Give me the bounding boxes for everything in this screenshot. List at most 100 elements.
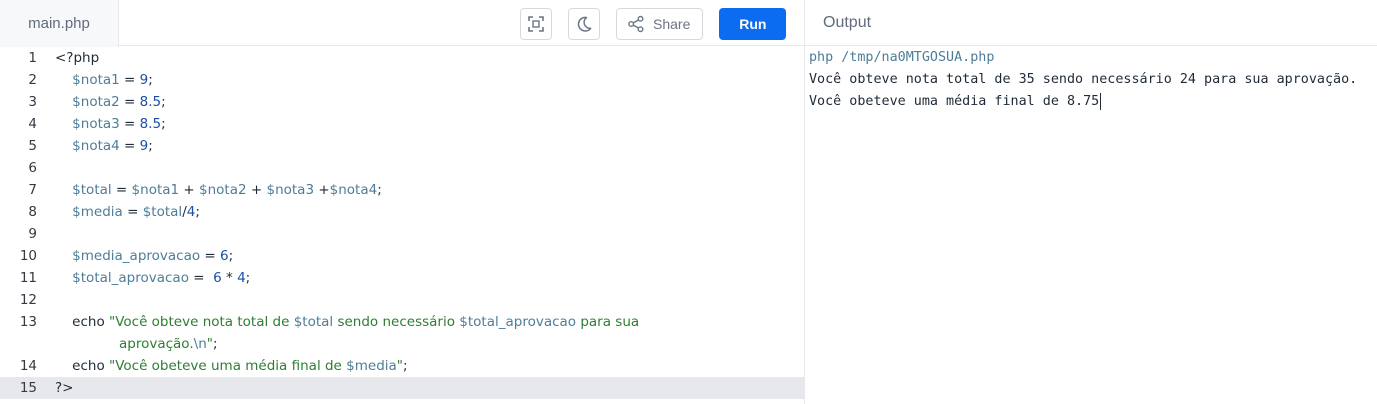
file-tab-label: main.php xyxy=(28,15,90,32)
line-number: 7 xyxy=(28,182,37,198)
share-icon xyxy=(628,15,644,33)
code-token-var: $nota4 xyxy=(329,182,378,198)
output-command: php /tmp/na0MTGOSUA.php xyxy=(809,50,995,65)
code-line[interactable]: 11 $total_aprovacao = 6 * 4; xyxy=(0,267,804,289)
code-text: $nota2 = 8.5; xyxy=(55,91,166,113)
php-online-compiler: main.php Share Run Output 1 <?php 2 $not… xyxy=(0,0,1377,404)
code-token-var: $nota2 xyxy=(199,182,247,198)
code-line[interactable]: 3 $nota2 = 8.5; xyxy=(0,91,804,113)
code-token-op: = xyxy=(119,94,140,110)
line-number: 15 xyxy=(19,380,37,396)
code-token-var: $total xyxy=(72,182,112,198)
code-token-var: $media_aprovacao xyxy=(72,248,201,264)
code-text: ?> xyxy=(55,377,73,399)
code-text: $nota4 = 9; xyxy=(55,135,153,157)
line-number: 11 xyxy=(19,270,37,286)
code-token-var: $total xyxy=(293,314,334,330)
run-label: Run xyxy=(739,16,767,32)
share-button[interactable]: Share xyxy=(616,8,704,40)
code-line[interactable]: 6 xyxy=(0,157,804,179)
code-token-op: = xyxy=(119,138,140,154)
text-cursor xyxy=(1100,92,1102,110)
code-token-kw xyxy=(55,270,72,286)
output-tab-label: Output xyxy=(823,14,872,31)
fullscreen-button[interactable] xyxy=(520,8,552,40)
code-token-kw: ?> xyxy=(55,380,74,396)
code-line[interactable]: 1 <?php xyxy=(0,47,804,69)
code-token-var: $nota3 xyxy=(266,182,315,198)
code-token-num: 8.5 xyxy=(139,94,162,110)
line-number: 13 xyxy=(19,314,37,330)
code-token-num: 6 xyxy=(213,270,222,286)
line-number: 5 xyxy=(28,138,37,154)
code-line[interactable]: 5 $nota4 = 9; xyxy=(0,135,804,157)
code-token-op: + xyxy=(246,182,267,198)
code-line[interactable]: 14 echo "Você obeteve uma média final de… xyxy=(0,355,804,377)
code-token-var: \n xyxy=(193,336,207,352)
code-token-op: ; xyxy=(161,116,166,132)
output-line-text: Você obeteve uma média final de 8.75 xyxy=(809,94,1100,109)
code-token-var: $nota1 xyxy=(72,72,120,88)
code-token-var: $nota1 xyxy=(131,182,180,198)
theme-toggle-button[interactable] xyxy=(568,8,600,40)
code-token-var: $nota2 xyxy=(72,94,120,110)
code-text: $nota3 = 8.5; xyxy=(55,113,166,135)
code-line[interactable]: 10 $media_aprovacao = 6; xyxy=(0,245,804,267)
top-bar: main.php Share Run Output xyxy=(0,0,1377,47)
line-number: 3 xyxy=(28,94,37,110)
run-button[interactable]: Run xyxy=(719,8,787,40)
code-token-op: = xyxy=(111,182,132,198)
code-token-op: ; xyxy=(148,138,153,154)
code-token-str: aprovação. xyxy=(119,336,194,352)
code-token-var: $nota3 xyxy=(72,116,120,132)
code-text: echo "Você obteve nota total de $total s… xyxy=(55,311,639,333)
code-token-op: = xyxy=(119,72,140,88)
code-token-str: "Você obteve nota total de xyxy=(109,314,294,330)
code-token-op: * xyxy=(221,270,238,286)
code-line[interactable]: 13 echo "Você obteve nota total de $tota… xyxy=(0,311,804,355)
line-number: 10 xyxy=(19,248,37,264)
code-token-var: $total_aprovacao xyxy=(459,314,577,330)
code-token-op: = xyxy=(119,116,140,132)
line-number: 8 xyxy=(28,204,37,220)
code-token-op: = xyxy=(122,204,143,220)
output-line: Você obteve nota total de 35 sendo neces… xyxy=(809,72,1358,87)
code-text: $media_aprovacao = 6; xyxy=(55,245,233,267)
code-text: $nota1 = 9; xyxy=(55,69,153,91)
code-token-num: 6 xyxy=(220,248,229,264)
output-panel: php /tmp/na0MTGOSUA.php Você obteve nota… xyxy=(805,47,1377,404)
code-token-str: para sua xyxy=(576,314,640,330)
code-token-op: = xyxy=(200,248,221,264)
code-token-kw: <?php xyxy=(55,50,100,66)
code-token-op: ; xyxy=(161,94,166,110)
code-line[interactable]: 4 $nota3 = 8.5; xyxy=(0,113,804,135)
code-token-kw xyxy=(55,94,72,110)
code-token-op: + xyxy=(314,182,330,198)
fullscreen-icon xyxy=(528,16,544,32)
code-line[interactable]: 12 xyxy=(0,289,804,311)
code-token-kw: echo xyxy=(55,314,109,330)
code-token-kw xyxy=(55,204,72,220)
code-token-op: ; xyxy=(228,248,234,264)
output-tab: Output xyxy=(805,0,871,46)
code-token-kw xyxy=(55,138,72,154)
code-token-kw xyxy=(55,182,72,198)
code-token-var: $media xyxy=(72,204,123,220)
code-token-op: ; xyxy=(148,72,153,88)
code-editor[interactable]: 1 <?php 2 $nota1 = 9; 3 $nota2 = 8.5; 4 $not… xyxy=(0,47,804,404)
code-token-op: + xyxy=(179,182,200,198)
moon-icon xyxy=(577,16,592,32)
code-line[interactable]: 8 $media = $total/4; xyxy=(0,201,804,223)
code-token-str: sendo necessário xyxy=(333,314,460,330)
code-line[interactable]: 15 ?> xyxy=(0,377,804,399)
code-line[interactable]: 9 xyxy=(0,223,804,245)
code-token-kw xyxy=(55,248,72,264)
code-token-str: "Você obeteve uma média final de xyxy=(109,358,347,374)
code-token-op: ; xyxy=(195,204,200,220)
file-tab-main[interactable]: main.php xyxy=(0,0,119,47)
code-token-num: 9 xyxy=(139,138,149,154)
code-line[interactable]: 7 $total = $nota1 + $nota2 + $nota3 +$no… xyxy=(0,179,804,201)
line-number: 12 xyxy=(19,292,37,308)
code-token-op: ; xyxy=(212,336,218,352)
code-line[interactable]: 2 $nota1 = 9; xyxy=(0,69,804,91)
